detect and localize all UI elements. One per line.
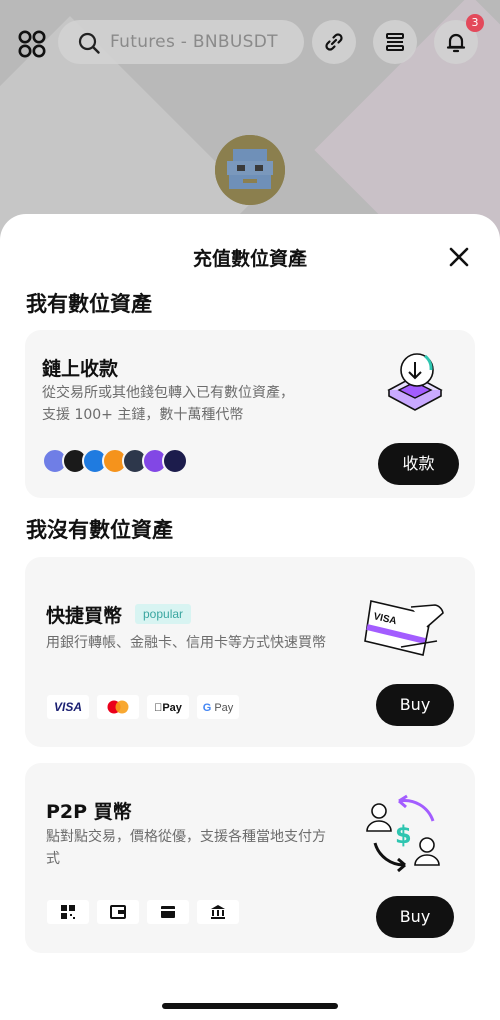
receive-illustration-icon	[385, 350, 445, 416]
card-payment	[147, 900, 189, 924]
link-button[interactable]	[312, 20, 356, 64]
card-title: 快捷買幣	[46, 605, 123, 627]
close-icon[interactable]	[446, 244, 472, 270]
card-description: 用銀行轉帳、金融卡、信用卡等方式快速買幣	[46, 635, 326, 651]
card-description: 支援 100+ 主鏈，數十萬種代幣	[42, 407, 244, 423]
p2p-buy-button[interactable]: Buy	[376, 896, 454, 938]
bank-payment	[197, 900, 239, 924]
qr-code-payment	[47, 900, 89, 924]
avatar[interactable]	[215, 135, 285, 205]
bank-icon	[211, 905, 225, 919]
apps-grid-icon[interactable]	[18, 30, 46, 58]
home-indicator	[162, 1003, 338, 1009]
card-title: P2P 買幣	[46, 801, 132, 823]
visa-logo: VISA	[47, 695, 89, 719]
wallet-payment	[97, 900, 139, 924]
section-title-have-assets: 我有數位資產	[26, 292, 152, 316]
card-description: 從交易所或其他錢包轉入已有數位資產，	[42, 385, 294, 401]
bell-icon	[446, 33, 466, 53]
card-title: 鏈上收款	[42, 358, 119, 380]
apple-pay-logo: Pay	[147, 695, 189, 719]
qr-code-icon	[61, 905, 75, 919]
search-placeholder: Futures - BNBUSDT	[110, 32, 278, 52]
wallet-icon	[110, 905, 126, 919]
search-icon	[78, 32, 100, 54]
notification-badge: 3	[466, 14, 484, 32]
card-description: 式	[46, 851, 60, 867]
background-app: Futures - BNBUSDT 3	[0, 0, 500, 240]
mastercard-logo	[97, 695, 139, 719]
top-bar: Futures - BNBUSDT	[0, 18, 500, 68]
p2p-exchange-illustration-icon: $	[363, 793, 449, 877]
list-menu-icon	[386, 33, 404, 51]
receive-button[interactable]: 收款	[378, 443, 459, 485]
quick-buy-card[interactable]: 快捷買幣 popular 用銀行轉帳、金融卡、信用卡等方式快速買幣 VISA …	[25, 557, 475, 747]
search-input[interactable]: Futures - BNBUSDT	[58, 20, 304, 64]
card-payment-illustration-icon: VISA	[361, 591, 447, 669]
section-title-no-assets: 我沒有數位資產	[26, 518, 173, 542]
sheet-title: 充值數位資產	[192, 248, 307, 270]
popular-badge: popular	[135, 604, 192, 624]
svg-text:$: $	[395, 821, 412, 849]
menu-button[interactable]	[373, 20, 417, 64]
google-pay-logo: G Pay	[197, 695, 239, 719]
p2p-buy-card[interactable]: P2P 買幣 點對點交易，價格從優，支援各種當地支付方 式 Buy $	[25, 763, 475, 953]
deposit-sheet: 充值數位資產 我有數位資產 鏈上收款 從交易所或其他錢包轉入已有數位資產， 支援…	[0, 214, 500, 1020]
onchain-deposit-card[interactable]: 鏈上收款 從交易所或其他錢包轉入已有數位資產， 支援 100+ 主鏈，數十萬種代…	[25, 330, 475, 498]
link-icon	[325, 33, 343, 51]
starknet-icon	[162, 448, 188, 474]
card-description: 點對點交易，價格從優，支援各種當地支付方	[46, 829, 326, 845]
quick-buy-button[interactable]: Buy	[376, 684, 454, 726]
card-icon	[161, 906, 175, 918]
